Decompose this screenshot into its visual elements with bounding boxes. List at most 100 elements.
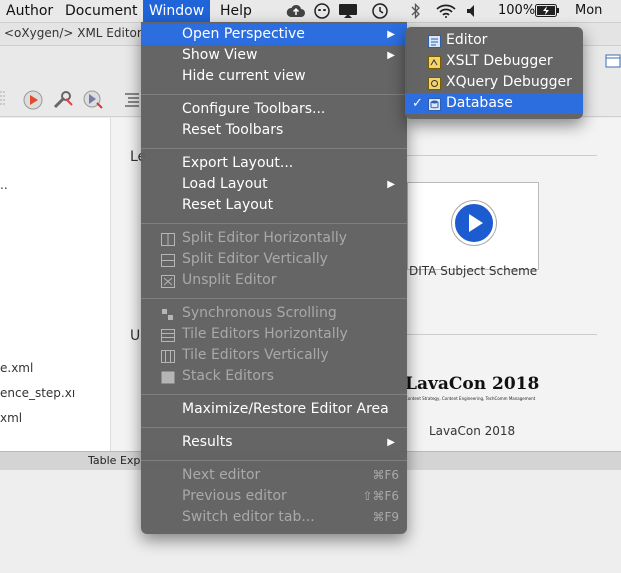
menu-item-switch-editor-tab[interactable]: Switch editor tab... ⌘F9	[141, 507, 407, 528]
submenu-item-label: Database	[446, 95, 513, 111]
divider	[407, 155, 597, 156]
battery-icon[interactable]	[535, 0, 559, 22]
menu-item-load-layout[interactable]: Load Layout ▶	[141, 174, 407, 195]
menu-item-reset-layout[interactable]: Reset Layout	[141, 195, 407, 216]
menu-item-export-layout[interactable]: Export Layout...	[141, 153, 407, 174]
submenu-arrow-icon: ▶	[387, 179, 395, 190]
menu-item-stack-editors[interactable]: Stack Editors	[141, 366, 407, 387]
menu-item-label: Results	[182, 434, 233, 450]
menu-item-configure-toolbars[interactable]: Configure Toolbars...	[141, 99, 407, 120]
divider	[407, 334, 597, 335]
checkmark-icon: ✓	[412, 96, 423, 111]
configure-transformation-icon[interactable]	[52, 89, 73, 109]
split-vertical-icon	[161, 253, 175, 267]
video-thumbnail[interactable]	[407, 182, 539, 270]
list-item[interactable]: ..	[0, 178, 8, 192]
menu-item-label: Next editor	[182, 467, 261, 483]
database-perspective-icon	[428, 97, 441, 111]
menu-item-reset-toolbars[interactable]: Reset Toolbars	[141, 120, 407, 141]
section-heading: U	[130, 328, 141, 344]
menu-window[interactable]: Window	[143, 0, 211, 22]
battery-percent[interactable]: 100%	[498, 0, 535, 22]
menu-item-open-perspective[interactable]: Open Perspective ▶	[141, 24, 407, 45]
perspective-icon[interactable]	[605, 53, 621, 73]
lavacon-tagline: Content Strategy, Content Engineering, T…	[405, 396, 536, 401]
menu-item-sync-scroll[interactable]: Synchronous Scrolling	[141, 303, 407, 324]
menu-author[interactable]: Author	[0, 0, 59, 22]
menu-item-previous-editor[interactable]: Previous editor ⇧⌘F6	[141, 486, 407, 507]
macos-menubar: Author Document Window Help 100% Mon 17	[0, 0, 621, 40]
bluetooth-icon[interactable]	[411, 0, 421, 22]
tab-table-explorer[interactable]: Table Exp	[88, 454, 140, 467]
editor-perspective-icon	[428, 34, 441, 48]
menu-separator	[141, 427, 407, 428]
play-icon[interactable]	[452, 201, 496, 245]
shortcut: ⌘F6	[372, 468, 399, 482]
menu-item-next-editor[interactable]: Next editor ⌘F6	[141, 465, 407, 486]
menu-item-label: Reset Layout	[182, 197, 274, 213]
menu-item-label: Synchronous Scrolling	[182, 305, 337, 321]
shortcut: ⌘F9	[372, 510, 399, 524]
menu-separator	[141, 223, 407, 224]
list-item[interactable]: xml	[0, 411, 22, 425]
menu-separator	[141, 94, 407, 95]
unsplit-icon	[161, 274, 175, 288]
lavacon-logo[interactable]: LavaCon 2018	[405, 374, 539, 394]
time-machine-icon[interactable]	[371, 0, 389, 22]
xslt-debugger-icon	[428, 55, 441, 69]
display-icon[interactable]	[338, 0, 358, 22]
menu-item-label: Show View	[182, 47, 258, 63]
submenu-item-database[interactable]: ✓ Database	[405, 93, 583, 114]
cloud-upload-icon[interactable]	[286, 0, 306, 22]
run-transformation-icon[interactable]	[22, 89, 43, 110]
menu-item-tile-vertical[interactable]: Tile Editors Vertically	[141, 345, 407, 366]
wifi-icon[interactable]	[436, 0, 456, 22]
clock[interactable]: Mon 17	[575, 0, 621, 40]
list-item[interactable]: ence_step.xı	[0, 386, 75, 400]
menu-separator	[141, 394, 407, 395]
toolbar-separator-icon	[0, 89, 20, 109]
menu-item-split-vertical[interactable]: Split Editor Vertically	[141, 249, 407, 270]
list-item[interactable]: e.xml	[0, 361, 33, 375]
menu-item-show-view[interactable]: Show View ▶	[141, 45, 407, 66]
submenu-arrow-icon: ▶	[387, 50, 395, 61]
submenu-item-label: XQuery Debugger	[446, 74, 572, 90]
menu-item-label: Split Editor Horizontally	[182, 230, 348, 246]
menu-help[interactable]: Help	[214, 0, 258, 22]
menu-separator	[141, 148, 407, 149]
menu-item-maximize-editor[interactable]: Maximize/Restore Editor Area	[141, 399, 407, 420]
volume-icon[interactable]	[466, 0, 480, 22]
menu-separator	[141, 460, 407, 461]
shortcut: ⇧⌘F6	[362, 489, 399, 503]
menu-item-label: Export Layout...	[182, 155, 294, 171]
sync-scroll-icon	[161, 307, 175, 320]
submenu-item-xquery-debugger[interactable]: XQuery Debugger	[405, 72, 583, 93]
card-label[interactable]: LavaCon 2018	[429, 424, 515, 438]
menu-item-split-horizontal[interactable]: Split Editor Horizontally	[141, 228, 407, 249]
debug-transformation-icon[interactable]	[82, 89, 103, 109]
card-label[interactable]: DITA Subject Scheme	[409, 264, 537, 278]
submenu-arrow-icon: ▶	[387, 29, 395, 40]
window-menu: Open Perspective ▶ Show View ▶ Hide curr…	[141, 22, 407, 534]
menu-item-label: Maximize/Restore Editor Area	[182, 401, 389, 417]
split-horizontal-icon	[161, 232, 175, 246]
indent-icon[interactable]	[122, 89, 142, 109]
mask-icon[interactable]	[314, 0, 330, 22]
submenu-item-label: XSLT Debugger	[446, 53, 553, 69]
menu-item-results[interactable]: Results ▶	[141, 432, 407, 453]
open-perspective-submenu: Editor XSLT Debugger XQuery Debugger ✓ D…	[405, 27, 583, 119]
menu-item-label: Hide current view	[182, 68, 306, 84]
tile-vertical-icon	[161, 349, 175, 363]
submenu-item-xslt-debugger[interactable]: XSLT Debugger	[405, 51, 583, 72]
menu-item-tile-horizontal[interactable]: Tile Editors Horizontally	[141, 324, 407, 345]
submenu-item-editor[interactable]: Editor	[405, 30, 583, 51]
menu-item-unsplit[interactable]: Unsplit Editor	[141, 270, 407, 291]
menu-item-label: Unsplit Editor	[182, 272, 277, 288]
menu-item-hide-current-view[interactable]: Hide current view	[141, 66, 407, 87]
project-sidebar: .. e.xml ence_step.xı xml	[0, 118, 111, 451]
window-title: <oXygen/> XML Editor	[4, 26, 142, 40]
menu-document[interactable]: Document	[59, 0, 144, 22]
menu-item-label: Reset Toolbars	[182, 122, 284, 138]
submenu-arrow-icon: ▶	[387, 437, 395, 448]
menu-item-label: Switch editor tab...	[182, 509, 315, 525]
